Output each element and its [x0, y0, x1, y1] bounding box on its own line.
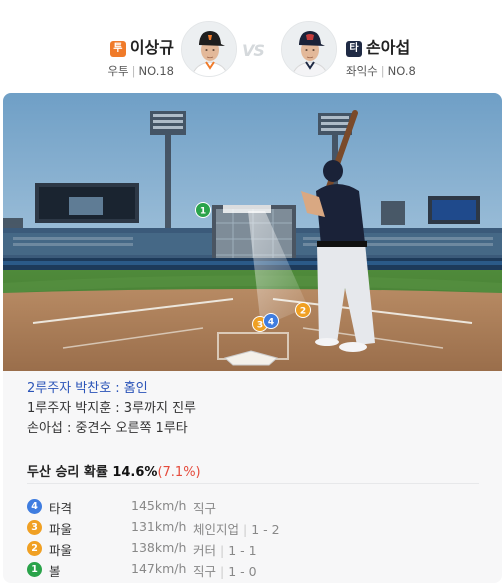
event-line: 1루주자 박지훈 : 3루까지 진루 — [27, 401, 197, 416]
pitcher-role-badge: 투 — [109, 41, 126, 57]
separator: | — [220, 564, 225, 579]
pitch-speed: 147km/h — [131, 561, 187, 576]
pitch-count: 1 - 1 — [228, 543, 257, 558]
batter-role-badge: 타 — [346, 41, 362, 57]
pitch-row: 4 타격 145km/h 직구 — [27, 497, 487, 518]
pitcher-info: 투 이상규 우투 | NO.18 — [84, 34, 174, 79]
separator: | — [380, 64, 385, 78]
pitch-row: 2 파울 138km/h 커터 | 1 - 1 — [27, 539, 487, 560]
pitch-type-wrap: 직구 | 1 - 0 — [193, 561, 257, 580]
pitch-row: 3 파울 131km/h 체인지업 | 1 - 2 — [27, 518, 487, 539]
pitch-speed: 138km/h — [131, 540, 187, 555]
batter-avatar[interactable] — [281, 21, 337, 77]
pitch-count: 1 - 0 — [228, 564, 257, 579]
field-marker-3: 3 — [257, 321, 263, 331]
pitcher-name[interactable]: 이상규 — [130, 38, 174, 57]
batter-hand: 좌익수 — [346, 64, 378, 78]
batter-photo-icon — [282, 22, 336, 76]
play-by-play-card: 1 2 3 4 2루주자 박찬호 : 홈인 1루주자 박지훈 : 3루까지 진루… — [3, 93, 502, 583]
field-marker-2: 2 — [300, 307, 306, 317]
pitcher-avatar[interactable] — [181, 21, 237, 77]
win-prob-delta: (7.1%) — [157, 465, 201, 480]
versus-label: VS — [242, 41, 265, 60]
pitch-result: 파울 — [49, 522, 73, 537]
pitch-number-badge: 1 — [27, 562, 42, 577]
win-probability: 두산 승리 확률 14.6%(7.1%) — [27, 461, 201, 480]
pitcher-photo-icon — [182, 22, 236, 76]
batter-name[interactable]: 손아섭 — [366, 38, 410, 57]
pitch-result: 타격 — [49, 501, 73, 516]
pitch-speed: 145km/h — [131, 498, 187, 513]
pitch-count: 1 - 2 — [251, 522, 280, 537]
event-line: 손아섭 : 중견수 오른쪽 1루타 — [27, 421, 188, 436]
event-line: 2루주자 박찬호 : 홈인 — [27, 381, 148, 396]
pitch-result: 볼 — [49, 564, 61, 579]
pitch-number-badge: 3 — [27, 520, 42, 535]
pitch-number-badge: 4 — [27, 499, 42, 514]
separator: | — [131, 64, 136, 78]
divider — [27, 483, 479, 484]
pitcher-number: NO.18 — [138, 64, 174, 78]
separator: | — [243, 522, 248, 537]
batter-number: NO.8 — [387, 64, 416, 78]
ballpark-view: 1 2 3 4 — [3, 93, 502, 371]
separator: | — [220, 543, 225, 558]
field-marker-1: 1 — [200, 207, 206, 217]
pitch-type-wrap: 체인지업 | 1 - 2 — [193, 519, 280, 538]
pitch-row: 1 볼 147km/h 직구 | 1 - 0 — [27, 560, 487, 581]
pitch-type: 체인지업 — [193, 522, 240, 537]
stadium-scene-icon: 1 2 3 4 — [3, 93, 502, 371]
win-prob-value: 14.6% — [112, 465, 158, 480]
play-events: 2루주자 박찬호 : 홈인 1루주자 박지훈 : 3루까지 진루 손아섭 : 중… — [27, 379, 196, 439]
pitch-speed: 131km/h — [131, 519, 187, 534]
field-marker-4: 4 — [268, 318, 274, 328]
pitch-list: 4 타격 145km/h 직구 3 파울 131km/h 체인지업 | 1 - 2 … — [27, 497, 487, 581]
batter-info: 타 손아섭 좌익수 | NO.8 — [346, 34, 456, 79]
pitch-result: 파울 — [49, 543, 73, 558]
pitcher-hand: 우투 — [107, 64, 129, 78]
pitch-type-wrap: 커터 | 1 - 1 — [193, 540, 257, 559]
pitch-type: 커터 — [193, 543, 217, 558]
pitch-type-wrap: 직구 — [193, 498, 216, 517]
win-prob-label: 두산 승리 확률 — [27, 465, 108, 480]
pitch-number-badge: 2 — [27, 541, 42, 556]
player-matchup-header: 투 이상규 우투 | NO.18 VS 타 손아섭 좌익수 | NO.8 — [0, 0, 502, 93]
pitch-type: 직구 — [193, 564, 217, 579]
pitch-type: 직구 — [193, 501, 217, 516]
